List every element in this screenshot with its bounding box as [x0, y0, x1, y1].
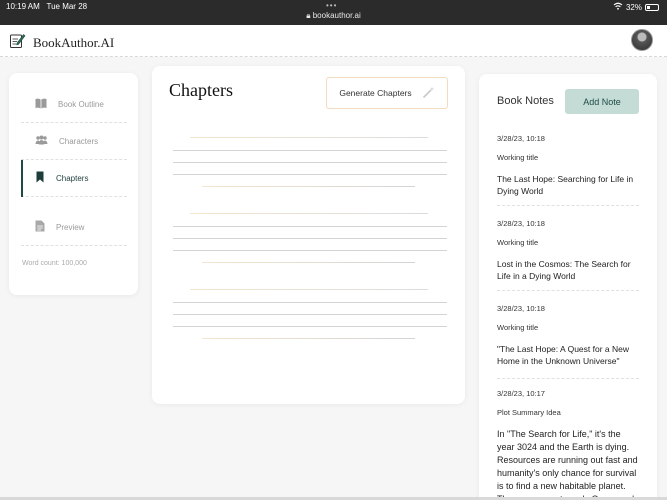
- add-note-button[interactable]: Add Note: [565, 89, 639, 114]
- skeleton-line: [173, 302, 447, 303]
- status-indicators: 32%: [613, 2, 659, 12]
- note-timestamp: 3/28/23, 10:18: [497, 304, 545, 313]
- magic-wand-icon: [422, 86, 435, 101]
- note-body: The Last Hope: Searching for Life in Dyi…: [497, 174, 634, 196]
- wifi-icon: [613, 2, 623, 12]
- sidebar-item-label: Book Outline: [58, 99, 104, 109]
- active-indicator: [21, 160, 23, 197]
- note-timestamp: 3/28/23, 10:18: [497, 219, 545, 228]
- note-body: Lost in the Cosmos: The Search for Life …: [497, 259, 631, 281]
- book-notes-panel: Book Notes Add Note 3/28/23, 10:18 Worki…: [479, 74, 657, 500]
- word-count: Word count: 100,000: [22, 260, 87, 267]
- skeleton-line: [173, 150, 447, 151]
- sidebar-item-book-outline[interactable]: Book Outline: [21, 86, 127, 123]
- page-title: Chapters: [169, 80, 233, 100]
- skeleton-line: [190, 289, 428, 290]
- bookmark-icon: [35, 171, 45, 185]
- people-icon: [35, 135, 48, 147]
- sidebar-item-label: Preview: [56, 222, 85, 232]
- sidebar-item-chapters[interactable]: Chapters: [21, 160, 127, 197]
- brand[interactable]: BookAuthor.AI: [9, 32, 114, 54]
- skeleton-line: [173, 238, 447, 239]
- battery-icon: [645, 3, 659, 11]
- skeleton-line: [173, 174, 447, 175]
- skeleton-line: [190, 213, 428, 214]
- url-text: bookauthor.ai: [312, 11, 361, 20]
- multitask-dots[interactable]: •••: [326, 1, 337, 10]
- sidebar: Book Outline Characters Chapters Preview…: [9, 73, 138, 295]
- ios-status-bar: 10:19 AM Tue Mar 28 ••• 🔒︎ bookauthor.ai…: [0, 0, 667, 25]
- app-title: BookAuthor.AI: [33, 35, 115, 50]
- document-icon: [35, 220, 45, 234]
- note-body: In "The Search for Life," it's the year …: [497, 429, 638, 500]
- note-timestamp: 3/28/23, 10:18: [497, 134, 545, 143]
- note-type: Working title: [497, 323, 539, 332]
- avatar[interactable]: [631, 29, 653, 51]
- note-body: "The Last Hope: A Quest for a New Home i…: [497, 344, 630, 366]
- generate-chapters-button[interactable]: Generate Chapters: [326, 77, 448, 109]
- battery-percent: 32%: [625, 2, 642, 12]
- note-type: Working title: [497, 238, 539, 247]
- generate-chapters-label: Generate Chapters: [339, 88, 412, 98]
- skeleton-line: [202, 186, 415, 187]
- note-timestamp: 3/28/23, 10:17: [497, 389, 545, 398]
- book-open-icon: [35, 98, 47, 111]
- sidebar-item-label: Chapters: [56, 173, 89, 183]
- skeleton-line: [173, 226, 447, 227]
- note-item[interactable]: 3/28/23, 10:17 Plot Summary Idea In "The…: [497, 389, 639, 500]
- sidebar-item-characters[interactable]: Characters: [21, 123, 127, 160]
- notes-title: Book Notes: [497, 95, 554, 107]
- skeleton-line: [202, 262, 415, 263]
- skeleton-line: [173, 250, 447, 251]
- address-bar[interactable]: 🔒︎ bookauthor.ai: [0, 11, 667, 21]
- note-item[interactable]: 3/28/23, 10:18 Working title "The Last H…: [497, 304, 639, 379]
- skeleton-line: [173, 314, 447, 315]
- skeleton-line: [173, 162, 447, 163]
- skeleton-line: [173, 326, 447, 327]
- sidebar-item-label: Characters: [59, 136, 99, 146]
- lock-icon: 🔒︎: [306, 11, 311, 20]
- sidebar-item-preview[interactable]: Preview: [21, 209, 127, 246]
- note-item[interactable]: 3/28/23, 10:18 Working title The Last Ho…: [497, 134, 639, 206]
- chapters-panel: Chapters Generate Chapters: [152, 66, 465, 404]
- note-type: Plot Summary Idea: [497, 408, 561, 417]
- status-time: 10:19 AM Tue Mar 28: [6, 2, 88, 11]
- skeleton-line: [202, 338, 415, 339]
- note-item[interactable]: 3/28/23, 10:18 Working title Lost in the…: [497, 219, 639, 291]
- skeleton-line: [190, 137, 428, 138]
- note-type: Working title: [497, 153, 539, 162]
- app-header: BookAuthor.AI: [0, 25, 667, 57]
- pencil-notepad-icon: [9, 32, 26, 54]
